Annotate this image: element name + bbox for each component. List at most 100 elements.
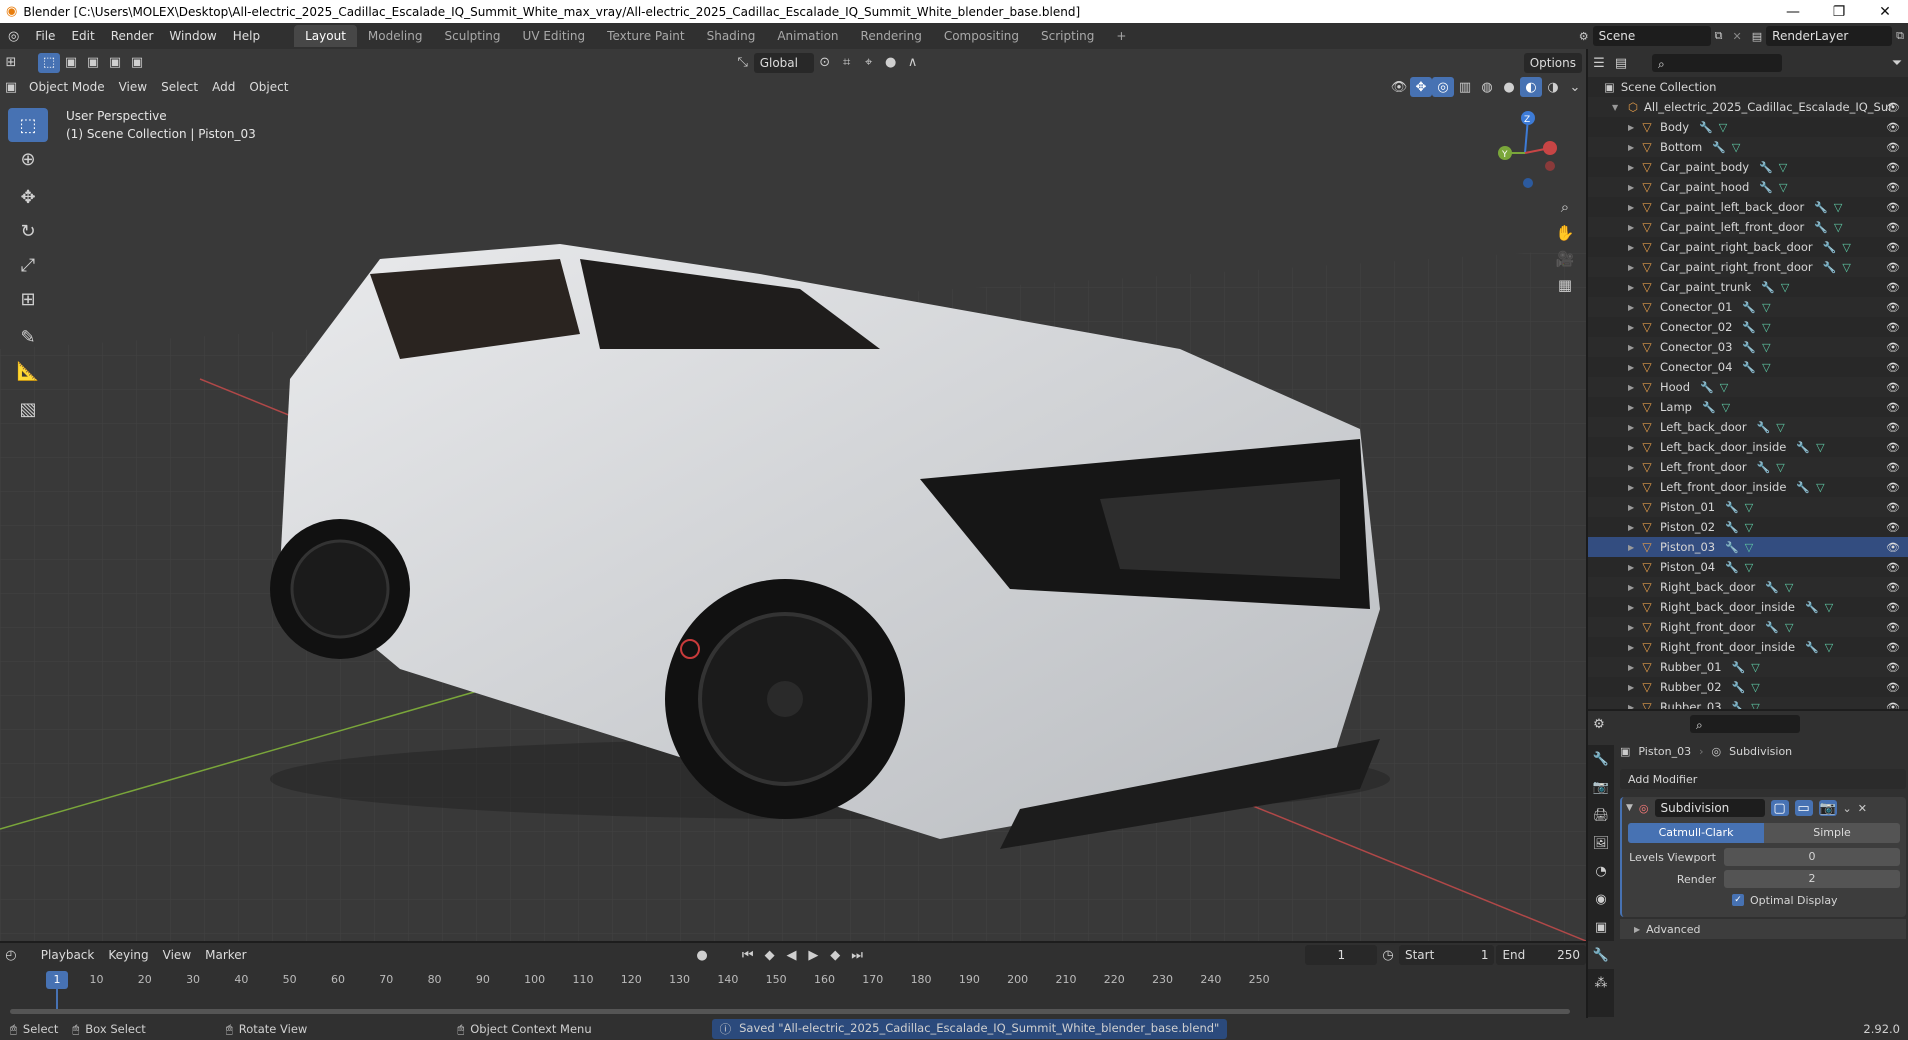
renderlayer-field[interactable]: RenderLayer: [1766, 26, 1893, 46]
mesh-data-icon[interactable]: ▽: [1776, 461, 1784, 474]
pivot-point-icon[interactable]: ⊙: [814, 53, 836, 73]
expand-icon[interactable]: ▶: [1628, 183, 1638, 192]
outliner-item[interactable]: ▶ ▽ Rubber_03 🔧 ▽ 👁: [1588, 697, 1908, 709]
outliner-item[interactable]: ▶ ▽ Left_back_door 🔧 ▽ 👁: [1588, 417, 1908, 437]
eye-icon[interactable]: 👁: [1886, 621, 1900, 634]
catmull-clark-button[interactable]: Catmull-Clark: [1628, 823, 1764, 843]
outliner-item[interactable]: ▶ ▽ Car_paint_trunk 🔧 ▽ 👁: [1588, 277, 1908, 297]
outliner-item[interactable]: ▶ ▽ Right_back_door 🔧 ▽ 👁: [1588, 577, 1908, 597]
eye-icon[interactable]: 👁: [1886, 461, 1900, 474]
jump-start-icon[interactable]: ⏮: [737, 945, 759, 965]
menu-select[interactable]: Select: [154, 76, 205, 98]
particles-tab-icon[interactable]: ⁂: [1588, 969, 1614, 997]
expand-icon[interactable]: ▶: [1628, 403, 1638, 412]
menu-file[interactable]: File: [27, 23, 63, 49]
play-reverse-icon[interactable]: ◀: [781, 945, 803, 965]
expand-icon[interactable]: ▶: [1628, 363, 1638, 372]
eye-icon[interactable]: 👁: [1886, 441, 1900, 454]
mesh-data-icon[interactable]: ▽: [1722, 401, 1730, 414]
modifier-wrench-icon[interactable]: 🔧: [1823, 241, 1837, 254]
expand-icon[interactable]: ▶: [1628, 383, 1638, 392]
outliner-item[interactable]: ▶ ▽ Car_paint_left_back_door 🔧 ▽ 👁: [1588, 197, 1908, 217]
expand-icon[interactable]: ▶: [1628, 303, 1638, 312]
modifier-wrench-icon[interactable]: 🔧: [1814, 221, 1828, 234]
mesh-data-icon[interactable]: ▽: [1762, 321, 1770, 334]
menu-window[interactable]: Window: [161, 23, 224, 49]
expand-icon[interactable]: ▶: [1628, 283, 1638, 292]
tab-shading[interactable]: Shading: [696, 25, 767, 47]
eye-icon[interactable]: 👁: [1886, 121, 1900, 134]
outliner-item[interactable]: ▶ ▽ Car_paint_body 🔧 ▽ 👁: [1588, 157, 1908, 177]
mesh-data-icon[interactable]: ▽: [1751, 661, 1759, 674]
add-workspace-button[interactable]: +: [1105, 25, 1137, 47]
outliner-item[interactable]: ▶ ▽ Bottom 🔧 ▽ 👁: [1588, 137, 1908, 157]
timeline-editor-icon[interactable]: ◴: [0, 945, 22, 965]
mesh-data-icon[interactable]: ▽: [1825, 601, 1833, 614]
pan-hand-icon[interactable]: ✋: [1552, 220, 1578, 246]
eye-icon[interactable]: 👁: [1886, 521, 1900, 534]
current-frame-field[interactable]: 1: [1305, 945, 1378, 965]
jump-end-icon[interactable]: ⏭: [846, 945, 868, 965]
perspective-toggle-icon[interactable]: ▦: [1552, 272, 1578, 298]
tab-sculpting[interactable]: Sculpting: [434, 25, 512, 47]
mesh-data-icon[interactable]: ▽: [1842, 261, 1850, 274]
eye-icon[interactable]: 👁: [1886, 321, 1900, 334]
expand-icon[interactable]: ▶: [1628, 663, 1638, 672]
blender-menu-icon[interactable]: ◎: [0, 29, 27, 44]
shading-options-icon[interactable]: ⌄: [1564, 77, 1586, 97]
output-tab-icon[interactable]: 🖨: [1588, 801, 1614, 829]
scale-tool-icon[interactable]: ⤢: [8, 248, 48, 282]
mesh-data-icon[interactable]: ▽: [1785, 621, 1793, 634]
outliner-item[interactable]: ▶ ▽ Piston_01 🔧 ▽ 👁: [1588, 497, 1908, 517]
select-mode-subtract-icon[interactable]: ▣: [104, 53, 126, 73]
eye-icon[interactable]: 👁: [1886, 281, 1900, 294]
3d-viewport[interactable]: [0, 49, 1586, 941]
tab-texture-paint[interactable]: Texture Paint: [596, 25, 695, 47]
cursor-tool-icon[interactable]: ⊕: [8, 142, 48, 176]
outliner-item[interactable]: ▶ ▽ Rubber_01 🔧 ▽ 👁: [1588, 657, 1908, 677]
modifier-wrench-icon[interactable]: 🔧: [1702, 401, 1716, 414]
render-tab-icon[interactable]: 📷: [1588, 773, 1614, 801]
modifier-wrench-icon[interactable]: 🔧: [1823, 261, 1837, 274]
play-icon[interactable]: ▶: [802, 945, 824, 965]
expand-icon[interactable]: ▶: [1628, 323, 1638, 332]
falloff-icon[interactable]: ∧: [902, 53, 924, 73]
world-tab-icon[interactable]: ◉: [1588, 885, 1614, 913]
expand-icon[interactable]: ▶: [1628, 563, 1638, 572]
gizmo-toggle-icon[interactable]: ✥: [1410, 77, 1432, 97]
outliner-item[interactable]: ▶ ▽ Conector_02 🔧 ▽ 👁: [1588, 317, 1908, 337]
proportional-edit-icon[interactable]: ●: [880, 53, 902, 73]
expand-icon[interactable]: ▶: [1628, 263, 1638, 272]
mesh-data-icon[interactable]: ▽: [1751, 701, 1759, 710]
eye-icon[interactable]: 👁: [1886, 581, 1900, 594]
next-keyframe-icon[interactable]: ◆: [824, 945, 846, 965]
eye-icon[interactable]: 👁: [1886, 301, 1900, 314]
modifier-name-input[interactable]: Subdivision: [1654, 799, 1765, 817]
delete-scene-icon[interactable]: ✕: [1727, 30, 1748, 43]
modifier-wrench-icon[interactable]: 🔧: [1725, 501, 1739, 514]
expand-icon[interactable]: ▶: [1628, 163, 1638, 172]
eye-icon[interactable]: 👁: [1886, 261, 1900, 274]
shading-material-icon[interactable]: ◐: [1520, 77, 1542, 97]
select-mode-intersect-icon[interactable]: ▣: [126, 53, 148, 73]
eye-icon[interactable]: 👁: [1886, 141, 1900, 154]
mesh-data-icon[interactable]: ▽: [1781, 281, 1789, 294]
modifier-wrench-icon[interactable]: 🔧: [1732, 661, 1746, 674]
select-mode-new-icon[interactable]: ▣: [60, 53, 82, 73]
modifier-wrench-icon[interactable]: 🔧: [1765, 581, 1779, 594]
expand-icon[interactable]: ▶: [1628, 143, 1638, 152]
options-dropdown[interactable]: Options: [1523, 52, 1582, 73]
move-tool-icon[interactable]: ✥: [8, 180, 48, 214]
modifier-wrench-icon[interactable]: 🔧: [1759, 161, 1773, 174]
timeline-scrollbar[interactable]: [10, 1009, 1570, 1014]
outliner-item[interactable]: ▶ ▽ Conector_04 🔧 ▽ 👁: [1588, 357, 1908, 377]
mesh-data-icon[interactable]: ▽: [1745, 501, 1753, 514]
mesh-data-icon[interactable]: ▽: [1762, 301, 1770, 314]
eye-icon[interactable]: 👁: [1886, 201, 1900, 214]
eye-icon[interactable]: 👁: [1886, 501, 1900, 514]
mesh-data-icon[interactable]: ▽: [1834, 221, 1842, 234]
collapse-icon[interactable]: ▼: [1612, 103, 1622, 112]
expand-icon[interactable]: ▶: [1628, 223, 1638, 232]
mesh-data-icon[interactable]: ▽: [1751, 681, 1759, 694]
modifier-wrench-icon[interactable]: 🔧: [1805, 641, 1819, 654]
